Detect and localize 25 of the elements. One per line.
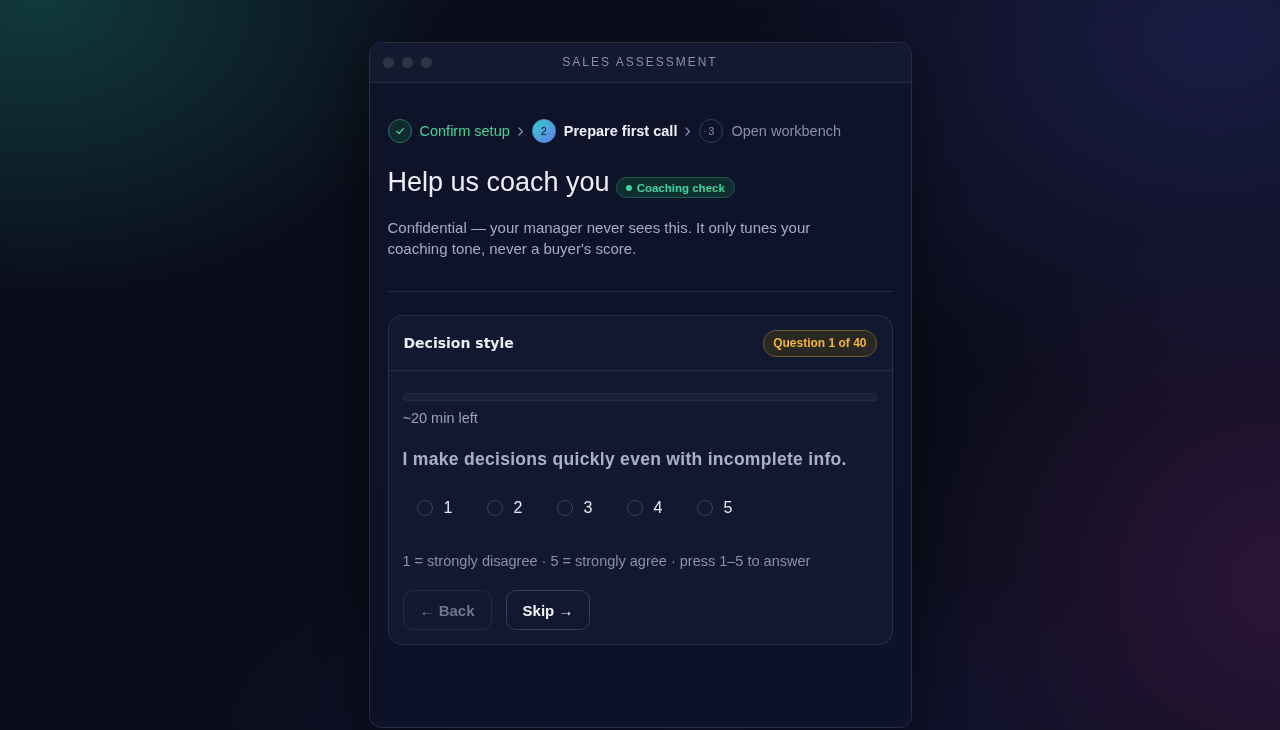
option-label: 3: [583, 499, 593, 517]
page-title: Help us coach you: [387, 166, 610, 198]
option-label: 2: [513, 499, 523, 517]
chevron-right-icon: [685, 126, 692, 136]
window-dot-icon: [382, 57, 394, 68]
question-text: I make decisions quickly even with incomplete info.: [402, 448, 847, 471]
step-label: Prepare first call: [563, 123, 678, 139]
step-number: 2: [531, 119, 556, 143]
description-text: Confidential — your manager never sees this. It only tunes your coaching tone, never a buyer's score.: [387, 218, 812, 259]
window-dot-icon: [420, 57, 432, 68]
window-title: SALES ASSESSMENT: [562, 55, 718, 69]
option-label: 5: [723, 499, 733, 517]
section-title: Decision style: [403, 335, 514, 351]
question-counter: Question 1 of 40: [763, 329, 877, 357]
step-label: Open workbench: [731, 123, 842, 139]
hint-text: 1 = strongly disagree · 5 = strongly agree · press 1–5 to answer: [402, 552, 811, 570]
option-label: 4: [653, 499, 663, 517]
option-label: 1: [443, 499, 453, 517]
status-dot-icon: [625, 184, 632, 191]
tag-label: Coaching check: [636, 181, 725, 194]
step-label: Confirm setup: [419, 123, 510, 139]
time-left-text: ~20 min left: [402, 409, 478, 427]
chevron-right-icon: [517, 126, 524, 136]
window-dot-icon: [401, 57, 413, 68]
skip-button[interactable]: Skip →: [505, 590, 591, 630]
